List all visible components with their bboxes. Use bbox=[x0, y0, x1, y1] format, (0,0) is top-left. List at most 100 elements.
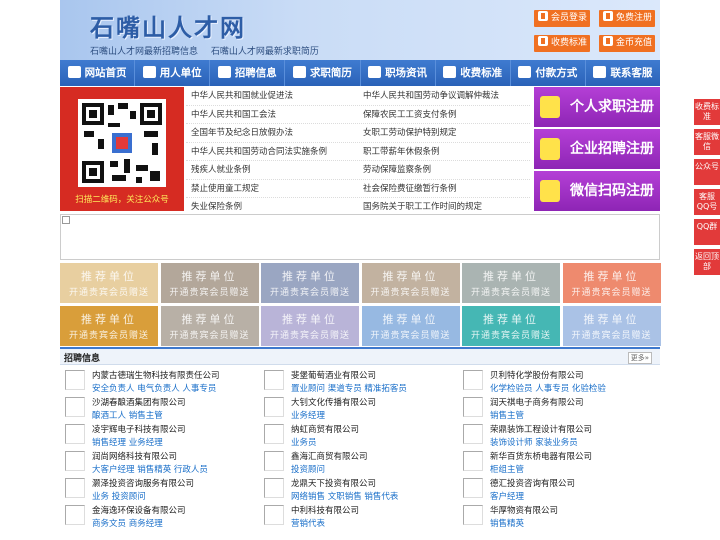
company-register-button[interactable]: 企业招聘注册 bbox=[534, 129, 660, 169]
job-positions[interactable]: 大客户经理 销售精英 行政人员 bbox=[92, 463, 208, 475]
company-name[interactable]: 荣鼎装饰工程设计有限公司 bbox=[490, 423, 592, 435]
nav-resumes[interactable]: 求职简历 bbox=[285, 60, 361, 86]
recommend-tile[interactable]: 推荐单位 开通贵宾会员赠送 bbox=[160, 306, 259, 346]
company-logo[interactable] bbox=[264, 370, 284, 390]
float-fees[interactable]: 收费标准 bbox=[694, 99, 720, 125]
company-logo[interactable] bbox=[264, 478, 284, 498]
job-positions[interactable]: 投资顾问 bbox=[291, 463, 325, 475]
company-name[interactable]: 灏泽投资咨询服务有限公司 bbox=[92, 477, 194, 489]
law-link[interactable]: 国务院关于职工工作时间的规定 bbox=[358, 198, 530, 216]
nav-employers[interactable]: 用人单位 bbox=[135, 60, 211, 86]
company-name[interactable]: 新华百货东桥电器有限公司 bbox=[490, 450, 592, 462]
job-positions[interactable]: 业务 投资顾问 bbox=[92, 490, 146, 502]
law-link[interactable]: 中华人民共和国劳动合同法实施条例 bbox=[186, 143, 358, 161]
company-name[interactable]: 中利科技有限公司 bbox=[291, 504, 359, 516]
more-link[interactable]: 更多» bbox=[627, 352, 652, 364]
law-link[interactable]: 全国年节及纪念日放假办法 bbox=[186, 124, 358, 142]
job-positions[interactable]: 销售经理 业务经理 bbox=[92, 436, 163, 448]
company-logo[interactable] bbox=[264, 451, 284, 471]
fee-standard-button[interactable]: 收费标准 bbox=[534, 35, 590, 52]
company-logo[interactable] bbox=[463, 370, 483, 390]
job-positions[interactable]: 客户经理 bbox=[490, 490, 524, 502]
law-link[interactable]: 社会保险费征缴暂行条例 bbox=[358, 180, 530, 198]
recommend-tile[interactable]: 推荐单位 开通贵宾会员赠送 bbox=[60, 306, 158, 346]
company-logo[interactable] bbox=[65, 478, 85, 498]
law-link[interactable]: 女职工劳动保护特别规定 bbox=[358, 124, 530, 142]
recommend-tile[interactable]: 推荐单位 开通贵宾会员赠送 bbox=[562, 263, 661, 303]
job-positions[interactable]: 商务文员 商务经理 bbox=[92, 517, 163, 529]
nav-payment[interactable]: 付款方式 bbox=[511, 60, 586, 86]
company-logo[interactable] bbox=[65, 370, 85, 390]
company-logo[interactable] bbox=[264, 505, 284, 525]
nav-news[interactable]: 职场资讯 bbox=[361, 60, 436, 86]
company-name[interactable]: 沙湖春酿酒集团有限公司 bbox=[92, 396, 186, 408]
company-logo[interactable] bbox=[463, 451, 483, 471]
site-logo-title[interactable]: 石嘴山人才网 bbox=[90, 8, 246, 43]
law-link[interactable]: 禁止使用童工规定 bbox=[186, 180, 358, 198]
law-link[interactable]: 失业保险条例 bbox=[186, 198, 358, 216]
job-positions[interactable]: 柜组主管 bbox=[490, 463, 524, 475]
recommend-tile[interactable]: 推荐单位 开通贵宾会员赠送 bbox=[562, 306, 661, 346]
job-positions[interactable]: 营销代表 bbox=[291, 517, 325, 529]
company-logo[interactable] bbox=[264, 397, 284, 417]
company-logo[interactable] bbox=[463, 505, 483, 525]
float-qq-group[interactable]: QQ群 bbox=[694, 219, 720, 245]
company-name[interactable]: 德汇投资咨询有限公司 bbox=[490, 477, 575, 489]
recommend-tile[interactable]: 推荐单位 开通贵宾会员赠送 bbox=[160, 263, 259, 303]
float-official-account[interactable]: 公众号 bbox=[694, 159, 720, 185]
banner-image[interactable] bbox=[60, 214, 660, 260]
company-name[interactable]: 龙鼎天下投资有限公司 bbox=[291, 477, 376, 489]
law-link[interactable]: 保障农民工工资支付条例 bbox=[358, 106, 530, 124]
company-name[interactable]: 金海逸环保设备有限公司 bbox=[92, 504, 186, 516]
job-positions[interactable]: 业务员 bbox=[291, 436, 317, 448]
job-positions[interactable]: 安全负责人 电气负责人 人事专员 bbox=[92, 382, 216, 394]
latest-resumes-link[interactable]: 石嘴山人才网最新求职简历 bbox=[211, 47, 319, 57]
recommend-tile[interactable]: 推荐单位 开通贵宾会员赠送 bbox=[462, 306, 560, 346]
float-qq[interactable]: 客服QQ号 bbox=[694, 189, 720, 215]
recommend-tile[interactable]: 推荐单位 开通贵宾会员赠送 bbox=[261, 263, 359, 303]
company-name[interactable]: 斐堡葡萄酒业有限公司 bbox=[291, 369, 376, 381]
company-logo[interactable] bbox=[264, 424, 284, 444]
company-name[interactable]: 纳虹商贸有限公司 bbox=[291, 423, 359, 435]
company-name[interactable]: 大钊文化传播有限公司 bbox=[291, 396, 376, 408]
recommend-tile[interactable]: 推荐单位 开通贵宾会员赠送 bbox=[361, 263, 460, 303]
company-name[interactable]: 内蒙古德瑞生物科技有限责任公司 bbox=[92, 369, 220, 381]
company-name[interactable]: 润尚网络科技有限公司 bbox=[92, 450, 177, 462]
job-positions[interactable]: 化学检验员 人事专员 化验检验 bbox=[490, 382, 606, 394]
member-login-button[interactable]: 会员登录 bbox=[534, 10, 590, 27]
job-positions[interactable]: 网络销售 文职销售 销售代表 bbox=[291, 490, 398, 502]
recommend-tile[interactable]: 推荐单位 开通贵宾会员赠送 bbox=[462, 263, 560, 303]
company-name[interactable]: 贝利特化学股份有限公司 bbox=[490, 369, 584, 381]
job-positions[interactable]: 装饰设计师 家装业务员 bbox=[490, 436, 578, 448]
law-link[interactable]: 中华人民共和国就业促进法 bbox=[186, 87, 358, 105]
company-logo[interactable] bbox=[65, 397, 85, 417]
law-link[interactable]: 中华人民共和国劳动争议调解仲裁法 bbox=[358, 87, 530, 105]
nav-support[interactable]: 联系客服 bbox=[586, 60, 660, 86]
recommend-tile[interactable]: 推荐单位 开通贵宾会员赠送 bbox=[261, 306, 359, 346]
company-name[interactable]: 凌宇辉电子科技有限公司 bbox=[92, 423, 186, 435]
personal-register-button[interactable]: 个人求职注册 bbox=[534, 87, 660, 127]
law-link[interactable]: 残疾人就业条例 bbox=[186, 161, 358, 179]
company-logo[interactable] bbox=[65, 451, 85, 471]
job-positions[interactable]: 酿酒工人 销售主管 bbox=[92, 409, 163, 421]
job-positions[interactable]: 销售主管 bbox=[490, 409, 524, 421]
float-back-to-top[interactable]: 返回顶部 bbox=[694, 249, 720, 275]
company-name[interactable]: 华厚物资有限公司 bbox=[490, 504, 558, 516]
company-logo[interactable] bbox=[65, 424, 85, 444]
company-logo[interactable] bbox=[463, 478, 483, 498]
job-positions[interactable]: 置业顾问 渠道专员 精准拓客员 bbox=[291, 382, 407, 394]
latest-jobs-link[interactable]: 石嘴山人才网最新招聘信息 bbox=[90, 47, 198, 57]
law-link[interactable]: 职工带薪年休假条例 bbox=[358, 143, 530, 161]
wechat-register-button[interactable]: 微信扫码注册 bbox=[534, 171, 660, 211]
company-logo[interactable] bbox=[463, 424, 483, 444]
law-link[interactable]: 劳动保障监察条例 bbox=[358, 161, 530, 179]
company-logo[interactable] bbox=[65, 505, 85, 525]
float-wechat[interactable]: 客服微信 bbox=[694, 129, 720, 155]
recommend-tile[interactable]: 推荐单位 开通贵宾会员赠送 bbox=[60, 263, 158, 303]
coin-recharge-button[interactable]: 金币充值 bbox=[599, 35, 655, 52]
law-link[interactable]: 中华人民共和国工会法 bbox=[186, 106, 358, 124]
job-positions[interactable]: 业务经理 bbox=[291, 409, 325, 421]
company-name[interactable]: 润天祺电子商务有限公司 bbox=[490, 396, 584, 408]
free-register-button[interactable]: 免费注册 bbox=[599, 10, 655, 27]
job-positions[interactable]: 销售精英 bbox=[490, 517, 524, 529]
